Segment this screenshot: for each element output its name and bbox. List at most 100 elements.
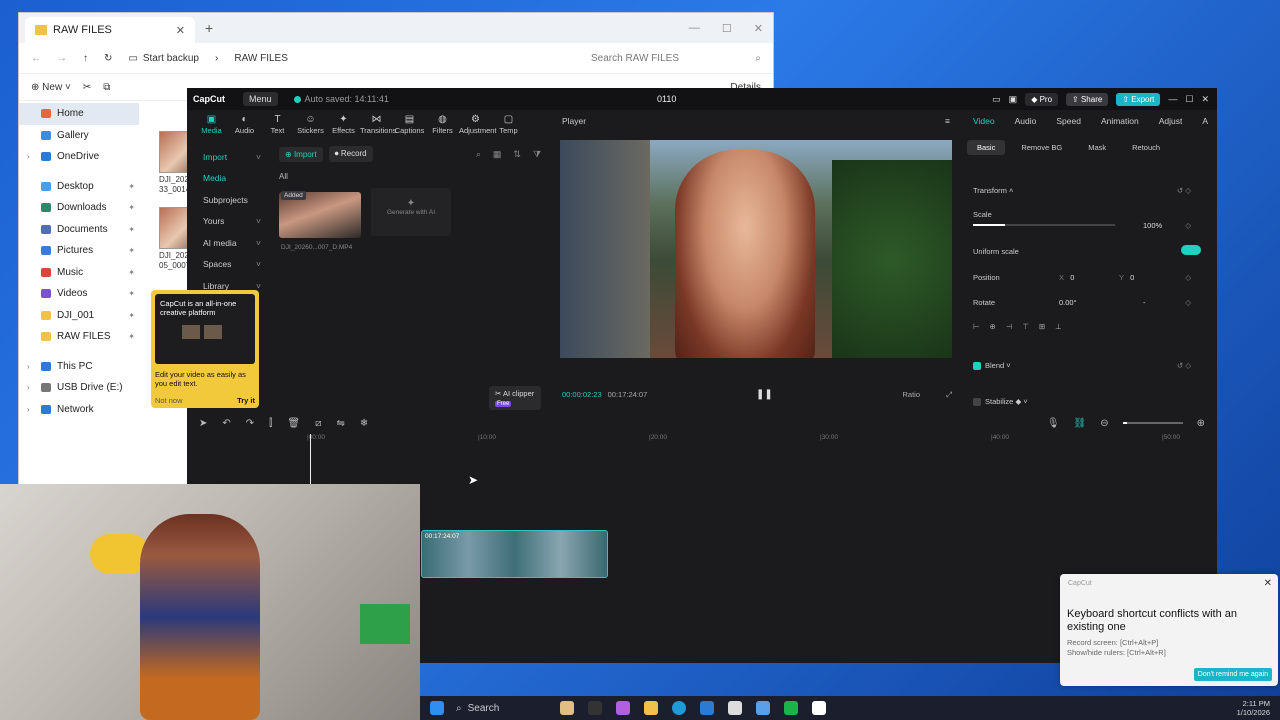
left-nav-media[interactable]: Media [195,168,267,190]
zoom-slider[interactable] [1122,422,1183,424]
widgets-icon[interactable] [560,701,574,715]
layout-icon[interactable]: ▭ [992,94,1001,105]
subtab-retouch[interactable]: Retouch [1122,140,1170,155]
back-icon[interactable]: ← [31,53,41,64]
left-nav-yours[interactable]: Yours ˅ [195,211,267,233]
tool-filters[interactable]: ◍ Filters [426,114,459,138]
mirror-icon[interactable]: ⇋ [336,418,344,429]
blend-checkbox[interactable] [973,362,981,371]
uniform-scale-toggle[interactable] [1181,245,1201,255]
record-button[interactable]: ⏺ Record [328,146,373,162]
chevron-right-icon[interactable]: › [27,152,30,161]
sidebar-item[interactable]: RAW FILES ✦ [19,326,139,348]
tab-speed[interactable]: Speed [1056,116,1081,126]
sort-icon[interactable]: ⇅ [513,149,521,160]
sidebar-item[interactable]: › Network [19,399,139,421]
generate-ai-tile[interactable]: ✦ Generate with AI [371,188,451,236]
try-it-button[interactable]: Try it [237,396,255,405]
undo-icon[interactable]: ↶ [222,418,230,429]
store-icon[interactable] [700,701,714,715]
tab-adjust[interactable]: Adjust [1159,116,1183,126]
split-icon[interactable]: ⫿ [269,418,272,429]
rotate-value[interactable]: 0.00° [1059,298,1077,307]
zoom-out-icon[interactable]: ⊖ [1100,418,1108,429]
search-input[interactable]: Search RAW FILES ⌕ [591,53,761,64]
capcut-taskbar-icon[interactable] [812,701,826,715]
minimize-icon[interactable]: — [1168,94,1177,104]
taskbar-search[interactable]: ⌕ Search [456,703,546,714]
app-green-icon[interactable] [784,701,798,715]
file-explorer-icon[interactable] [644,701,658,715]
task-view-icon[interactable] [588,701,602,715]
subtab-basic[interactable]: Basic [967,140,1006,155]
close-icon[interactable]: ✕ [1201,94,1209,105]
sidebar-item[interactable]: Music ✦ [19,262,139,284]
tool-text[interactable]: T Text [261,114,294,138]
tab-animation[interactable]: Animation [1101,116,1139,126]
left-nav-import[interactable]: Import ˅ [195,146,267,168]
link-icon[interactable]: ⛓ [1074,418,1087,429]
crop-icon[interactable]: ⧄ [315,418,321,429]
position-x-field[interactable]: X 0 [1059,273,1074,282]
sidebar-item[interactable]: Home [19,103,139,125]
not-now-button[interactable]: Not now [155,396,183,405]
tool-audio[interactable]: ◐ Audio [228,114,261,138]
refresh-icon[interactable]: ↻ [104,53,112,64]
timeline-ruler[interactable]: |00:00 |10:00 |20:00 |30:00 |40:00 |50:00 [307,434,1207,446]
keyframe-icon[interactable]: ◇ [1185,298,1191,307]
maximize-icon[interactable]: ☐ [722,22,732,35]
search-icon[interactable]: ⌕ [476,149,481,160]
redo-icon[interactable]: ↷ [246,418,254,429]
explorer-tab[interactable]: RAW FILES ✕ [25,17,195,43]
keyframe-icon[interactable]: ◇ [1185,273,1191,282]
forward-icon[interactable]: → [57,53,67,64]
subtab-remove-bg[interactable]: Remove BG [1011,140,1072,155]
sidebar-item[interactable]: Videos ✦ [19,283,139,305]
left-nav-ai-media[interactable]: AI media ˅ [195,232,267,254]
scale-slider-track[interactable] [1005,224,1115,226]
chevron-right-icon[interactable]: › [27,383,30,392]
breadcrumb-folder[interactable]: RAW FILES [234,53,288,64]
sidebar-item[interactable]: Downloads ✦ [19,197,139,219]
sidebar-item[interactable]: › OneDrive [19,146,139,168]
menu-button[interactable]: Menu [243,92,278,106]
tool-temp[interactable]: ▢ Temp [492,114,525,138]
reset-icon[interactable]: ↺ ◇ [1177,186,1191,195]
tab-video[interactable]: Video [973,116,995,126]
sidebar-item[interactable]: Desktop ✦ [19,176,139,198]
fullscreen-icon[interactable]: ⤢ [946,390,952,400]
minimize-icon[interactable]: — [689,22,700,35]
freeze-icon[interactable]: ❄ [360,418,368,429]
mail-icon[interactable] [756,701,770,715]
dont-remind-button[interactable]: Don't remind me again [1193,668,1272,681]
tab-audio[interactable]: Audio [1015,116,1037,126]
left-nav-subprojects[interactable]: Subprojects [195,189,267,211]
copy-icon[interactable]: ⧉ [103,82,110,93]
tool-captions[interactable]: ▤ Captions [393,114,426,138]
breadcrumb-backup[interactable]: ▭ Start backup [128,53,199,64]
zoom-in-icon[interactable]: ⊕ [1197,418,1205,429]
pro-button[interactable]: ◆ Pro [1025,92,1059,106]
tool-media[interactable]: ▣ Media [195,114,228,138]
close-icon[interactable]: ✕ [1264,578,1272,589]
left-nav-spaces[interactable]: Spaces ˅ [195,254,267,276]
grid-view-icon[interactable]: ▦ [493,149,502,160]
start-icon[interactable] [430,701,444,715]
keyframe-icon[interactable]: ◇ [1185,221,1191,230]
share-button[interactable]: ⇪ Share [1066,92,1109,106]
media-clip-thumbnail[interactable]: Added [279,191,361,238]
import-button[interactable]: ⊕ Import [279,146,323,162]
tool-effects[interactable]: ✦ Effects [327,114,360,138]
chevron-right-icon[interactable]: › [27,362,30,371]
sidebar-item[interactable]: Pictures ✦ [19,240,139,262]
edge-icon[interactable] [672,701,686,715]
menu-icon[interactable]: ≡ [945,116,950,126]
position-y-field[interactable]: Y 0 [1119,273,1134,282]
sidebar-item[interactable]: DJI_001 ✦ [19,305,139,327]
all-filter[interactable]: All [279,172,541,181]
microphone-icon[interactable]: 🎙 [1047,418,1060,429]
sidebar-item[interactable]: Gallery [19,125,139,147]
video-preview[interactable] [560,140,952,358]
stabilize-checkbox[interactable] [973,398,981,407]
align-controls[interactable]: ⊢⊕⊣⊤⊞⊥ [973,322,1203,331]
